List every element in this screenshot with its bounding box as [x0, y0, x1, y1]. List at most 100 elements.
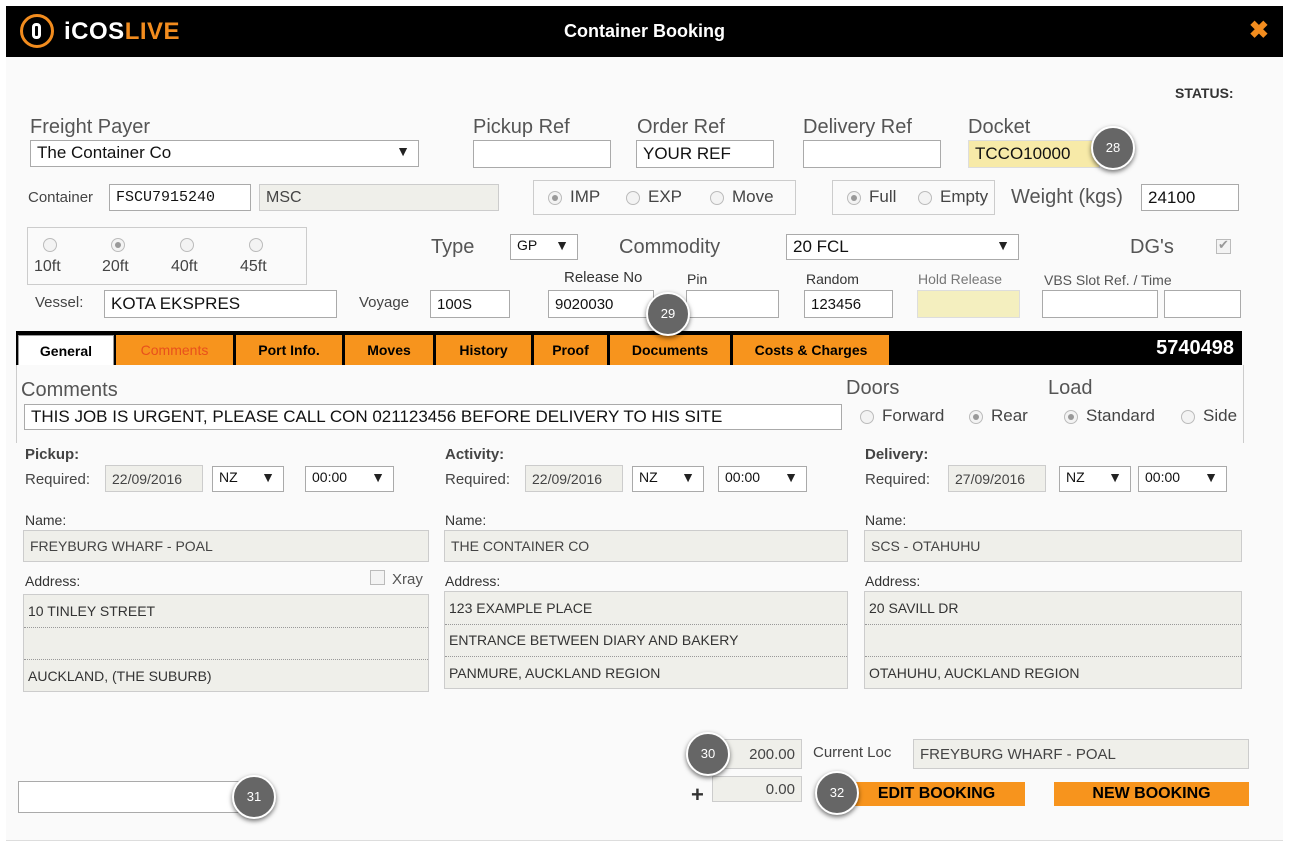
pickup-ref-label: Pickup Ref: [473, 116, 570, 138]
random-input[interactable]: [804, 290, 893, 318]
delivery-address-label: Address:: [865, 573, 921, 589]
new-booking-button[interactable]: NEW BOOKING: [1054, 782, 1249, 806]
chevron-down-icon: ▼: [681, 469, 695, 485]
load-empty-radio[interactable]: [918, 191, 932, 205]
pickup-date-input[interactable]: [105, 465, 203, 492]
vessel-input[interactable]: [104, 290, 337, 318]
tab-history[interactable]: History: [436, 335, 531, 365]
tab-port-info[interactable]: Port Info.: [236, 335, 342, 365]
hold-release-label: Hold Release: [918, 271, 1003, 287]
chevron-down-icon: ▼: [396, 143, 410, 159]
load-full-label: Full: [869, 187, 897, 206]
tab-comments[interactable]: Comments: [116, 335, 233, 365]
xray-checkbox[interactable]: [370, 570, 385, 585]
tab-general[interactable]: General: [18, 335, 114, 365]
direction-move-label: Move: [732, 187, 774, 206]
voyage-input[interactable]: [430, 290, 510, 318]
load-standard-radio[interactable]: [1064, 410, 1078, 424]
delivery-ref-input[interactable]: [803, 140, 941, 168]
pickup-address-line-3: AUCKLAND, (THE SUBURB): [28, 668, 212, 684]
tab-documents[interactable]: Documents: [610, 335, 730, 365]
address-divider: [24, 659, 428, 660]
direction-exp-radio[interactable]: [626, 191, 640, 205]
delivery-time-value: 00:00: [1145, 469, 1181, 485]
weight-input[interactable]: [1141, 184, 1239, 211]
delivery-date-input[interactable]: [948, 465, 1046, 492]
vbs-slot-time-input[interactable]: [1164, 290, 1241, 318]
tab-moves[interactable]: Moves: [345, 335, 433, 365]
doors-forward-radio[interactable]: [860, 410, 874, 424]
activity-tz-select[interactable]: NZ ▼: [632, 466, 704, 492]
hold-release-input: [917, 290, 1020, 318]
delivery-address-line-3: OTAHUHU, AUCKLAND REGION: [869, 665, 1080, 681]
delivery-name-input[interactable]: [864, 530, 1242, 562]
current-loc-label: Current Loc: [813, 744, 892, 761]
activity-address-box[interactable]: 123 EXAMPLE PLACE ENTRANCE BETWEEN DIARY…: [444, 591, 848, 689]
load-full-radio[interactable]: [847, 191, 861, 205]
booking-panel: [6, 57, 1283, 841]
freight-payer-value: The Container Co: [37, 143, 172, 162]
address-divider: [445, 656, 847, 657]
chevron-down-icon: ▼: [371, 469, 385, 485]
direction-imp-radio[interactable]: [548, 191, 562, 205]
delivery-address-box[interactable]: 20 SAVILL DR OTAHUHU, AUCKLAND REGION: [864, 591, 1242, 689]
container-input[interactable]: [109, 184, 251, 211]
order-ref-input[interactable]: [636, 140, 774, 168]
activity-name-input[interactable]: [444, 530, 848, 562]
doors-rear-radio[interactable]: [969, 410, 983, 424]
delivery-tz-select[interactable]: NZ ▼: [1059, 466, 1131, 492]
direction-imp-label: IMP: [570, 187, 601, 206]
pickup-address-box[interactable]: 10 TINLEY STREET AUCKLAND, (THE SUBURB): [23, 594, 429, 692]
plus-icon[interactable]: +: [691, 782, 704, 808]
pickup-tz-select[interactable]: NZ ▼: [212, 466, 284, 492]
size-20ft-label: 20ft: [102, 258, 129, 275]
freight-payer-select[interactable]: The Container Co ▼: [30, 140, 419, 167]
delivery-time-select[interactable]: 00:00 ▼: [1138, 466, 1227, 492]
size-40ft-radio[interactable]: [180, 238, 194, 252]
vbs-slot-ref-input[interactable]: [1042, 290, 1158, 318]
size-10ft-radio[interactable]: [43, 238, 57, 252]
tab-proof[interactable]: Proof: [534, 335, 607, 365]
doors-label: Doors: [846, 377, 900, 399]
activity-tz-value: NZ: [639, 469, 658, 485]
chevron-down-icon: ▼: [1204, 469, 1218, 485]
size-20ft-radio[interactable]: [111, 238, 125, 252]
pickup-name-input[interactable]: [23, 530, 429, 562]
type-label: Type: [431, 236, 475, 258]
vessel-label: Vessel:: [35, 294, 84, 311]
address-divider: [24, 627, 428, 628]
type-value: GP: [517, 237, 538, 253]
docket-input[interactable]: [968, 140, 1100, 168]
close-icon[interactable]: ✖: [1249, 16, 1269, 45]
tab-costs-charges[interactable]: Costs & Charges: [733, 335, 889, 365]
activity-address-label: Address:: [445, 573, 501, 589]
direction-move-radio[interactable]: [710, 191, 724, 205]
activity-date-input[interactable]: [525, 465, 623, 492]
size-45ft-radio[interactable]: [249, 238, 263, 252]
callout-badge-28: 28: [1091, 126, 1135, 170]
pin-input[interactable]: [686, 290, 779, 318]
type-select[interactable]: GP ▼: [510, 234, 578, 260]
job-number: 5740498: [1156, 337, 1234, 359]
status-label: STATUS:: [1175, 85, 1234, 101]
chevron-down-icon: ▼: [784, 469, 798, 485]
title-bar: iCOSLIVE Container Booking ✖: [6, 6, 1283, 57]
bottom-search-input[interactable]: [18, 781, 258, 813]
comments-input[interactable]: [24, 404, 842, 430]
address-divider: [865, 656, 1241, 657]
commodity-select[interactable]: 20 FCL ▼: [786, 234, 1019, 260]
doors-rear-label: Rear: [991, 406, 1028, 425]
pickup-ref-input[interactable]: [473, 140, 611, 168]
pickup-time-value: 00:00: [312, 469, 348, 485]
dgs-checkbox[interactable]: [1216, 237, 1231, 254]
pickup-time-select[interactable]: 00:00 ▼: [305, 466, 394, 492]
random-label: Random: [806, 271, 859, 287]
release-no-input[interactable]: [548, 290, 654, 318]
edit-booking-button[interactable]: EDIT BOOKING: [848, 782, 1025, 806]
release-no-label: Release No: [564, 269, 643, 286]
size-10ft-label: 10ft: [34, 258, 61, 275]
load-side-radio[interactable]: [1181, 410, 1195, 424]
dgs-label: DG's: [1130, 236, 1174, 258]
activity-time-select[interactable]: 00:00 ▼: [718, 466, 807, 492]
pickup-address-label: Address:: [25, 573, 81, 589]
